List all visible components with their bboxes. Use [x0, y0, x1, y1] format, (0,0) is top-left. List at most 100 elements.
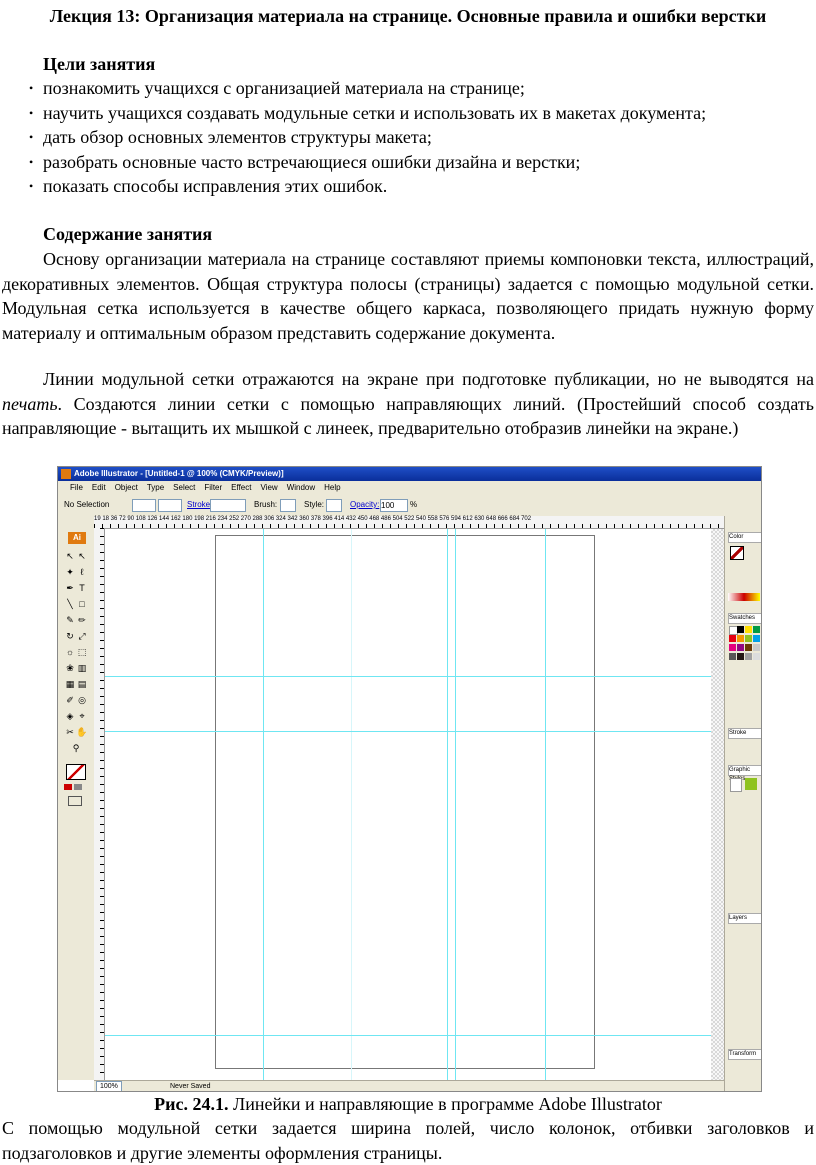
swatches-panel-tab[interactable]: Swatches: [728, 613, 761, 624]
graphic-styles-panel-tab[interactable]: Graphic Styles: [728, 765, 761, 782]
transform-panel-tab[interactable]: Transform: [728, 1049, 761, 1060]
menu-window[interactable]: Window: [287, 483, 315, 492]
lecture-title: Лекция 13: Организация материала на стра…: [49, 6, 767, 26]
artboard-canvas[interactable]: [105, 529, 724, 1080]
vertical-ruler[interactable]: [94, 528, 105, 1080]
goal-item: дать обзор основных элементов структуры …: [2, 125, 814, 150]
swatch-item[interactable]: [729, 635, 736, 642]
guide-horizontal[interactable]: [105, 676, 724, 677]
paintbrush-tool-icon[interactable]: ✎: [64, 614, 76, 626]
screen-mode-icon[interactable]: [68, 796, 82, 806]
rotate-tool-icon[interactable]: ↻: [64, 630, 76, 642]
mesh-tool-icon[interactable]: ▦: [64, 678, 76, 690]
brush-dropdown[interactable]: [280, 499, 296, 512]
fill-stroke-icon[interactable]: [66, 764, 86, 780]
layers-panel-tab[interactable]: Layers: [728, 913, 761, 924]
color-spectrum[interactable]: [728, 593, 760, 601]
swatch-item[interactable]: [737, 644, 744, 651]
menu-select[interactable]: Select: [173, 483, 195, 492]
swatch-item[interactable]: [737, 626, 744, 633]
graph-tool-icon[interactable]: ▥: [76, 662, 88, 674]
app-icon: [61, 469, 71, 479]
swatch-item[interactable]: [753, 653, 760, 660]
paragraph-2: Линии модульной сетки отражаются на экра…: [2, 369, 814, 438]
menu-object[interactable]: Object: [115, 483, 138, 492]
color-panel-tab[interactable]: Color: [728, 532, 761, 543]
document-status: Never Saved: [170, 1083, 211, 1090]
swatch-item[interactable]: [753, 635, 760, 642]
guide-horizontal[interactable]: [105, 731, 724, 732]
menu-help[interactable]: Help: [324, 483, 340, 492]
menu-filter[interactable]: Filter: [204, 483, 222, 492]
guide-horizontal[interactable]: [105, 1035, 724, 1036]
warp-tool-icon[interactable]: ☼: [64, 646, 76, 658]
content-heading: Содержание занятия: [43, 224, 213, 244]
eyedropper-tool-icon[interactable]: ✐: [64, 694, 76, 706]
goal-item: показать способы исправления этих ошибок…: [2, 174, 814, 199]
zoom-field[interactable]: 100%: [96, 1081, 122, 1091]
guide-vertical[interactable]: [263, 529, 264, 1080]
type-tool-icon[interactable]: T: [76, 582, 88, 594]
free-transform-tool-icon[interactable]: ⬚: [76, 646, 88, 658]
status-bar: 100% Never Saved: [94, 1080, 724, 1091]
color-fill-stroke-icon[interactable]: [730, 546, 744, 560]
swatch-item[interactable]: [729, 653, 736, 660]
opacity-link[interactable]: Opacity:: [350, 494, 379, 516]
fill-swatch[interactable]: [132, 499, 156, 512]
pencil-tool-icon[interactable]: ✏: [76, 614, 88, 626]
opacity-unit: %: [410, 500, 418, 509]
guide-vertical[interactable]: [447, 529, 448, 1080]
goals-heading: Цели занятия: [43, 54, 156, 74]
slice-tool-icon[interactable]: ⌖: [76, 710, 88, 722]
magic-wand-tool-icon[interactable]: ✦: [64, 566, 76, 578]
swatch-item[interactable]: [737, 653, 744, 660]
caption-label: Рис. 24.1.: [154, 1094, 229, 1114]
swatch-item[interactable]: [753, 626, 760, 633]
menu-edit[interactable]: Edit: [92, 483, 106, 492]
swatch-item[interactable]: [737, 635, 744, 642]
gradient-mode-icon[interactable]: [74, 784, 82, 790]
guide-vertical[interactable]: [455, 529, 456, 1080]
window-title: Adobe Illustrator - [Untitled-1 @ 100% (…: [74, 469, 284, 478]
menu-bar: File Edit Object Type Select Filter Effect View…: [58, 481, 761, 494]
line-tool-icon[interactable]: ╲: [64, 598, 76, 610]
swatch-item[interactable]: [745, 635, 752, 642]
direct-selection-tool-icon[interactable]: ↖: [76, 550, 88, 562]
zoom-tool-icon[interactable]: ⚲: [70, 742, 82, 754]
stroke-swatch[interactable]: [158, 499, 182, 512]
swatch-item[interactable]: [753, 644, 760, 651]
stroke-panel-tab[interactable]: Stroke: [728, 728, 761, 739]
style-dropdown[interactable]: [326, 499, 342, 512]
hand-tool-icon[interactable]: ✋: [76, 726, 88, 738]
scale-tool-icon[interactable]: ⤢: [76, 630, 88, 642]
swatch-item[interactable]: [745, 644, 752, 651]
horizontal-ruler[interactable]: 19 18 36 72 90 108 126 144 162 180 198 2…: [94, 516, 724, 529]
gradient-tool-icon[interactable]: ▤: [76, 678, 88, 690]
lasso-tool-icon[interactable]: ℓ: [76, 566, 88, 578]
symbol-sprayer-tool-icon[interactable]: ❀: [64, 662, 76, 674]
window-titlebar: Adobe Illustrator - [Untitled-1 @ 100% (…: [58, 467, 761, 481]
graphic-style-item[interactable]: [730, 778, 742, 792]
menu-effect[interactable]: Effect: [231, 483, 251, 492]
color-mode-icon[interactable]: [64, 784, 72, 790]
opacity-field[interactable]: 100: [380, 499, 408, 512]
guide-vertical[interactable]: [545, 529, 546, 1080]
control-bar: No Selection Stroke: Brush: Style: Opaci…: [58, 494, 761, 517]
swatch-item[interactable]: [729, 644, 736, 651]
graphic-style-item[interactable]: [745, 778, 757, 790]
vertical-scrollbar[interactable]: [711, 529, 724, 1080]
menu-file[interactable]: File: [70, 483, 83, 492]
swatch-item[interactable]: [745, 653, 752, 660]
live-paint-tool-icon[interactable]: ◈: [64, 710, 76, 722]
menu-view[interactable]: View: [260, 483, 277, 492]
selection-tool-icon[interactable]: ↖: [64, 550, 76, 562]
menu-type[interactable]: Type: [147, 483, 164, 492]
stroke-weight-field[interactable]: [210, 499, 246, 512]
rectangle-tool-icon[interactable]: □: [76, 598, 88, 610]
swatch-item[interactable]: [745, 626, 752, 633]
goals-list: познакомить учащихся с организацией мате…: [2, 76, 814, 199]
stroke-link[interactable]: Stroke:: [187, 494, 212, 516]
scissors-tool-icon[interactable]: ✂: [64, 726, 76, 738]
blend-tool-icon[interactable]: ◎: [76, 694, 88, 706]
pen-tool-icon[interactable]: ✒: [64, 582, 76, 594]
